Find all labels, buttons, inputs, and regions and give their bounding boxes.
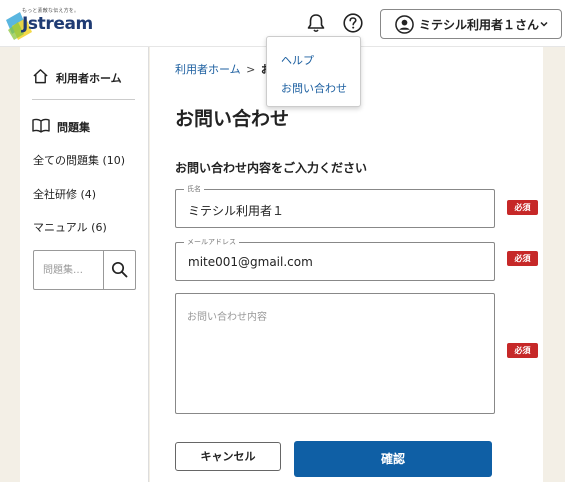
required-badge: 必須 bbox=[507, 251, 538, 266]
home-icon bbox=[33, 69, 48, 84]
user-menu-button[interactable]: ミテシル利用者１さん bbox=[380, 9, 562, 39]
message-placeholder: お問い合わせ内容 bbox=[187, 312, 267, 323]
search-button[interactable] bbox=[103, 251, 135, 289]
email-field-label: メールアドレス bbox=[184, 237, 239, 247]
cancel-button[interactable]: キャンセル bbox=[175, 442, 281, 471]
jstream-logo[interactable]: もっと素敵な伝え方を。 Jstream bbox=[6, 4, 93, 42]
breadcrumb-home-link[interactable]: 利用者ホーム bbox=[175, 63, 241, 76]
help-circle-icon[interactable] bbox=[342, 12, 364, 34]
help-dropdown-menu: ヘルプ お問い合わせ bbox=[266, 36, 361, 107]
sidebar-item-company-training[interactable]: 全社研修 (4) bbox=[33, 186, 96, 202]
confirm-button[interactable]: 確認 bbox=[294, 441, 492, 477]
sidebar-item-manual[interactable]: マニュアル (6) bbox=[33, 219, 107, 235]
bell-icon[interactable] bbox=[305, 12, 327, 34]
required-badge: 必須 bbox=[507, 200, 538, 215]
section-title: お問い合わせ内容をご入力ください bbox=[175, 161, 368, 175]
sidebar-divider bbox=[32, 99, 135, 100]
email-field[interactable]: メールアドレス mite001@gmail.com bbox=[175, 237, 495, 281]
page-title: お問い合わせ bbox=[175, 108, 290, 130]
breadcrumb-separator: > bbox=[246, 63, 256, 76]
sidebar: 利用者ホーム 問題集 全ての問題集 (10) 全社研修 (4) マニュアル (6… bbox=[20, 47, 149, 482]
required-badge: 必須 bbox=[507, 343, 538, 358]
sidebar-item-all[interactable]: 全ての問題集 (10) bbox=[33, 152, 125, 168]
chevron-down-icon bbox=[540, 21, 548, 27]
name-field-label: 氏名 bbox=[184, 184, 204, 194]
user-avatar-icon bbox=[395, 15, 414, 34]
name-field[interactable]: 氏名 ミテシル利用者１ bbox=[175, 184, 495, 228]
name-field-value: ミテシル利用者１ bbox=[188, 204, 285, 218]
main-content: 利用者ホーム > お お問い合わせ お問い合わせ内容をご入力ください 氏名 ミテ… bbox=[150, 47, 543, 482]
search-input[interactable] bbox=[34, 251, 103, 289]
user-name: ミテシル利用者１さん bbox=[419, 18, 540, 32]
message-textarea[interactable]: お問い合わせ内容 bbox=[175, 293, 495, 414]
logo-text: Jstream bbox=[22, 14, 93, 34]
menu-item-help[interactable]: ヘルプ bbox=[281, 52, 314, 68]
email-field-value: mite001@gmail.com bbox=[188, 255, 313, 269]
sidebar-home-label: 利用者ホーム bbox=[56, 72, 122, 85]
menu-item-contact[interactable]: お問い合わせ bbox=[281, 80, 347, 96]
search-icon bbox=[111, 261, 128, 278]
book-icon bbox=[32, 118, 50, 133]
sidebar-group-label: 問題集 bbox=[57, 121, 90, 134]
breadcrumb: 利用者ホーム > お bbox=[175, 61, 272, 77]
sidebar-search bbox=[33, 250, 136, 290]
